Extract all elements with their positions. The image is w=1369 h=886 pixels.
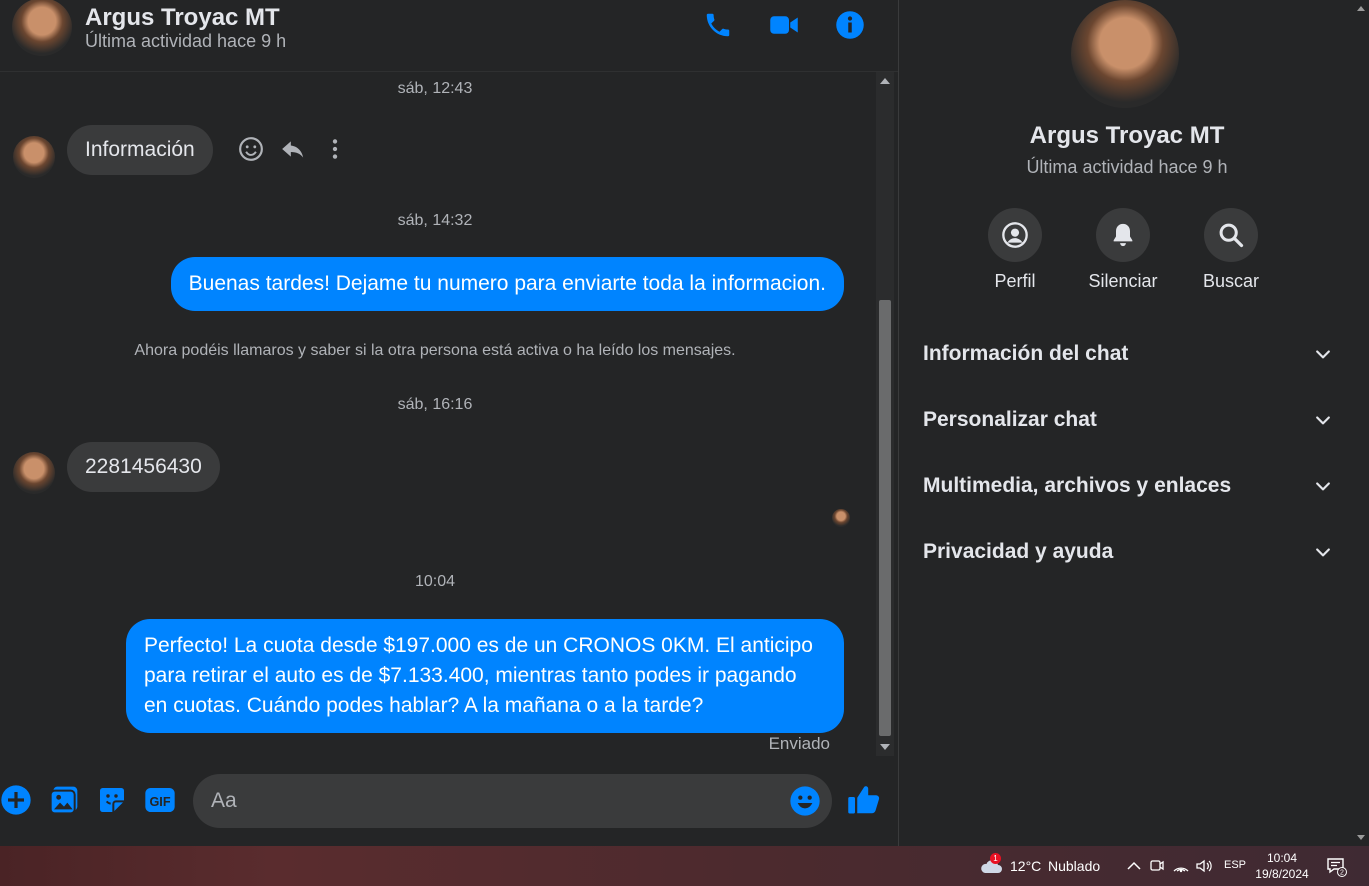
search-button[interactable]: Buscar bbox=[1181, 208, 1281, 292]
sticker-icon[interactable] bbox=[96, 784, 128, 816]
scroll-up-arrow[interactable] bbox=[880, 78, 890, 84]
image-icon[interactable] bbox=[48, 784, 80, 816]
like-icon[interactable] bbox=[846, 782, 882, 818]
message-line: para retirar el auto es de $7.133.400, m… bbox=[144, 664, 797, 687]
clock-time: 10:04 bbox=[1266, 851, 1298, 865]
profile-avatar[interactable] bbox=[1071, 0, 1179, 108]
input-language[interactable]: ESP bbox=[1224, 859, 1246, 871]
scroll-down-arrow[interactable] bbox=[1357, 835, 1365, 840]
profile-icon[interactable] bbox=[988, 208, 1042, 262]
phone-icon[interactable] bbox=[703, 10, 733, 40]
section-privacy-help[interactable]: Privacidad y ayuda bbox=[923, 532, 1333, 572]
chevron-up-icon[interactable] bbox=[1124, 856, 1144, 876]
section-label: Personalizar chat bbox=[923, 408, 1097, 431]
weather-temperature[interactable]: 12°C bbox=[1010, 858, 1041, 874]
window-scrollbar[interactable] bbox=[1354, 0, 1369, 846]
conversation-info-panel: Argus Troyac MT Última actividad hace 9 … bbox=[898, 0, 1354, 846]
chat-scrollbar[interactable] bbox=[876, 72, 894, 756]
profile-name: Argus Troyac MT bbox=[1029, 122, 1225, 149]
message-line: Perfecto! La cuota desde $197.000 es de … bbox=[144, 634, 813, 657]
section-label: Privacidad y ayuda bbox=[923, 540, 1114, 563]
scroll-up-arrow[interactable] bbox=[1357, 6, 1365, 11]
chevron-down-icon bbox=[1316, 350, 1330, 359]
add-icon[interactable] bbox=[0, 784, 32, 816]
incoming-message[interactable]: Información bbox=[67, 125, 213, 175]
notification-count: 2 bbox=[1340, 870, 1344, 877]
timestamp: sáb, 12:43 bbox=[397, 80, 473, 97]
messenger-app: Argus Troyac MT Última actividad hace 9 … bbox=[0, 0, 1369, 846]
info-icon[interactable] bbox=[835, 10, 865, 40]
chat-header: Argus Troyac MT Última actividad hace 9 … bbox=[0, 0, 898, 72]
profile-label: Perfil bbox=[994, 271, 1036, 291]
contact-status: Última actividad hace 9 h bbox=[85, 31, 287, 51]
contact-name[interactable]: Argus Troyac MT bbox=[85, 4, 280, 32]
section-label: Multimedia, archivos y enlaces bbox=[923, 474, 1232, 497]
system-clock[interactable]: 10:04 19/8/2024 bbox=[1252, 850, 1312, 882]
svg-text:GIF: GIF bbox=[149, 795, 170, 809]
search-label: Buscar bbox=[1202, 271, 1260, 291]
message-input[interactable] bbox=[193, 774, 832, 828]
section-customize-chat[interactable]: Personalizar chat bbox=[923, 400, 1333, 440]
bell-icon[interactable] bbox=[1096, 208, 1150, 262]
section-label: Información del chat bbox=[923, 342, 1129, 365]
seen-indicator-avatar bbox=[832, 509, 850, 527]
message-list[interactable]: sáb, 12:43 Información sáb, 14:32 Buenas… bbox=[0, 72, 876, 760]
scroll-down-arrow[interactable] bbox=[880, 744, 890, 750]
message-line: en cuotas. Cuándo podes hablar? A la mañ… bbox=[144, 694, 704, 717]
mute-button[interactable]: Silenciar bbox=[1073, 208, 1173, 292]
wifi-icon[interactable] bbox=[1171, 856, 1191, 876]
chat-panel: Argus Troyac MT Última actividad hace 9 … bbox=[0, 0, 898, 846]
mute-label: Silenciar bbox=[1088, 271, 1158, 291]
sender-avatar[interactable] bbox=[13, 136, 55, 178]
weather-alert-badge: 1 bbox=[990, 853, 1001, 864]
weather-description[interactable]: Nublado bbox=[1048, 858, 1100, 874]
more-options-icon[interactable] bbox=[322, 136, 348, 162]
incoming-message[interactable]: 2281456430 bbox=[67, 442, 220, 492]
profile-status: Última actividad hace 9 h bbox=[1026, 157, 1228, 177]
scroll-thumb[interactable] bbox=[879, 300, 891, 736]
react-emoji-icon[interactable] bbox=[238, 136, 264, 162]
section-media-files-links[interactable]: Multimedia, archivos y enlaces bbox=[923, 466, 1333, 506]
sender-avatar[interactable] bbox=[13, 452, 55, 494]
contact-avatar[interactable] bbox=[12, 0, 72, 56]
notifications-icon[interactable]: 2 bbox=[1326, 856, 1347, 877]
timestamp: sáb, 16:16 bbox=[397, 396, 473, 413]
timestamp: sáb, 14:32 bbox=[397, 212, 473, 229]
gif-icon[interactable]: GIF bbox=[144, 784, 176, 816]
outgoing-message[interactable]: Perfecto! La cuota desde $197.000 es de … bbox=[126, 619, 844, 733]
clock-date: 19/8/2024 bbox=[1255, 867, 1309, 881]
profile-button[interactable]: Perfil bbox=[965, 208, 1065, 292]
chevron-down-icon bbox=[1316, 416, 1330, 425]
video-call-icon[interactable] bbox=[769, 10, 799, 40]
system-notice: Ahora podéis llamaros y saber si la otra… bbox=[134, 342, 736, 359]
speaker-icon[interactable] bbox=[1194, 856, 1214, 876]
reply-icon[interactable] bbox=[280, 136, 306, 162]
composer: GIF bbox=[0, 770, 898, 834]
search-icon[interactable] bbox=[1204, 208, 1258, 262]
windows-taskbar: 1 12°C Nublado ESP 10:04 19/8/2024 2 bbox=[0, 846, 1369, 886]
chevron-down-icon bbox=[1316, 548, 1330, 557]
section-chat-info[interactable]: Información del chat bbox=[923, 334, 1333, 374]
chevron-down-icon bbox=[1316, 482, 1330, 491]
outgoing-message[interactable]: Buenas tardes! Dejame tu numero para env… bbox=[170, 257, 844, 311]
timestamp: 10:04 bbox=[414, 573, 456, 590]
sent-status: Enviado bbox=[768, 734, 830, 753]
emoji-icon[interactable] bbox=[789, 785, 821, 817]
meet-icon[interactable] bbox=[1147, 856, 1167, 876]
message-actions bbox=[238, 136, 348, 162]
